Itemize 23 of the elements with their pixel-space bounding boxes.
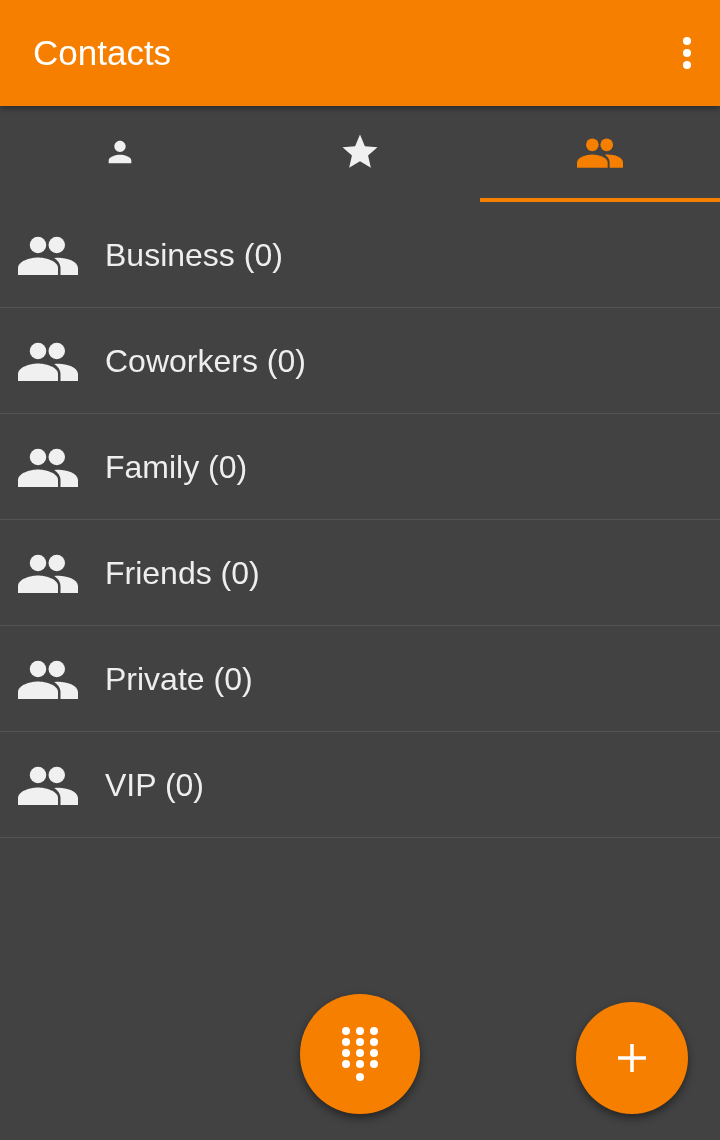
group-row[interactable]: Friends (0) — [0, 520, 720, 626]
plus-icon — [617, 1043, 647, 1073]
group-row[interactable]: Coworkers (0) — [0, 308, 720, 414]
group-row[interactable]: Business (0) — [0, 202, 720, 308]
group-icon — [577, 136, 623, 168]
group-label: Coworkers (0) — [105, 341, 306, 381]
group-icon — [18, 340, 78, 381]
group-icon — [18, 658, 78, 699]
group-icon — [18, 234, 78, 275]
dialpad-icon — [340, 1026, 380, 1082]
app-title: Contacts — [33, 31, 172, 74]
group-icon — [18, 764, 78, 805]
group-label: Private (0) — [105, 659, 253, 699]
more-menu-icon[interactable] — [682, 36, 692, 70]
group-icon — [18, 446, 78, 487]
group-row[interactable]: VIP (0) — [0, 732, 720, 838]
group-label: Business (0) — [105, 235, 283, 275]
group-icon — [18, 552, 78, 593]
group-row[interactable]: Private (0) — [0, 626, 720, 732]
group-label: Friends (0) — [105, 553, 260, 593]
group-row[interactable]: Family (0) — [0, 414, 720, 520]
group-label: VIP (0) — [105, 765, 204, 805]
group-label: Family (0) — [105, 447, 248, 487]
